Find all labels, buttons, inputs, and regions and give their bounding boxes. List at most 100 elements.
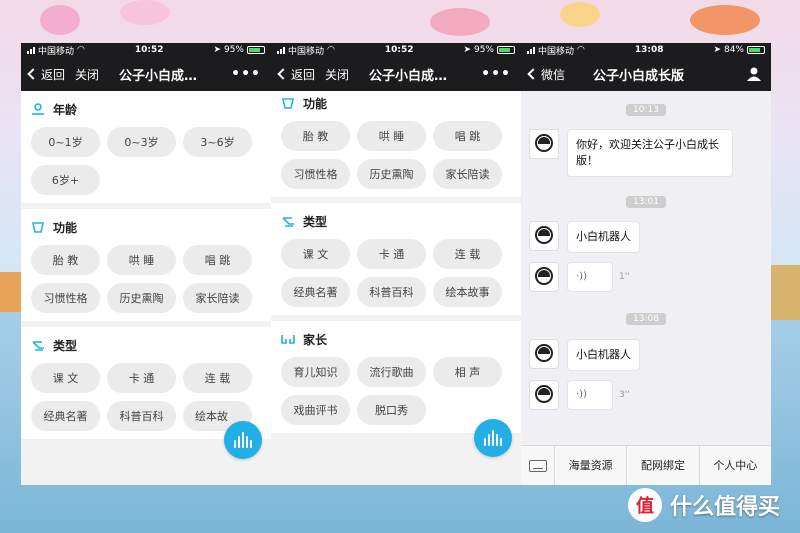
wifi-icon: ◠ xyxy=(327,45,335,55)
nav-bar: 微信 公子小白成长版 xyxy=(521,57,771,91)
carrier-label: 中国移动 xyxy=(38,46,75,57)
status-bar: 中国移动 ◠ 10:52 ➤ 95% xyxy=(21,43,271,57)
chip[interactable]: 3~6岁 xyxy=(183,127,252,157)
status-time: 10:52 xyxy=(384,45,414,55)
status-time: 10:52 xyxy=(134,45,164,55)
battery-icon xyxy=(747,46,765,54)
section-title: 类型 xyxy=(53,338,78,353)
chip[interactable]: 课 文 xyxy=(31,363,100,393)
tab-personal-center[interactable]: 个人中心 xyxy=(700,446,771,486)
chip[interactable]: 流行歌曲 xyxy=(357,357,426,387)
location-icon: ➤ xyxy=(213,45,221,55)
chip[interactable]: 习惯性格 xyxy=(281,159,350,189)
profile-icon[interactable] xyxy=(747,67,761,81)
location-icon: ➤ xyxy=(463,45,471,55)
back-button[interactable]: 微信 xyxy=(527,66,565,83)
chevron-left-icon xyxy=(277,68,289,80)
battery-percent: 84% xyxy=(723,45,744,55)
page-title: 公子小白成长版 xyxy=(593,68,685,84)
chip[interactable]: 6岁+ xyxy=(31,165,100,195)
section-title: 功能 xyxy=(303,96,328,111)
section-function: 功能 胎 教 哄 睡 唱 跳 习惯性格 历史熏陶 家长陪读 xyxy=(21,209,271,327)
watermark-text: 什么值得买 xyxy=(670,495,781,520)
chip[interactable]: 卡 通 xyxy=(357,239,426,269)
section-type: 类型 课 文 卡 通 连 载 经典名著 科普百科 绘本故事 xyxy=(271,203,521,321)
section-function: 功能 胎 教 哄 睡 唱 跳 习惯性格 历史熏陶 家长陪读 xyxy=(271,85,521,203)
tab-resources[interactable]: 海量资源 xyxy=(555,445,628,485)
parent-icon xyxy=(281,335,295,344)
chat-area: 10:13 你好，欢迎关注公子小白成长版！ 13:01 小白机器人 ·)) 1'… xyxy=(521,91,771,447)
avatar[interactable] xyxy=(529,339,559,369)
chip[interactable]: 育儿知识 xyxy=(281,357,350,387)
chip[interactable]: 历史熏陶 xyxy=(107,283,176,313)
watermark-logo: 值 xyxy=(628,488,662,522)
chip[interactable]: 家长陪读 xyxy=(183,283,252,313)
avatar[interactable] xyxy=(529,262,559,292)
voice-fab-button[interactable] xyxy=(224,421,262,459)
chip[interactable]: 哄 睡 xyxy=(107,245,176,275)
chip[interactable]: 哄 睡 xyxy=(357,121,426,151)
battery-percent: 95% xyxy=(473,45,494,55)
status-bar: 中国移动 ◠ 10:52 ➤ 95% xyxy=(271,43,521,57)
signal-icon xyxy=(27,46,35,54)
keyboard-icon xyxy=(528,459,547,472)
chip[interactable]: 唱 跳 xyxy=(433,121,502,151)
function-icon xyxy=(32,222,44,233)
chip[interactable]: 胎 教 xyxy=(281,121,350,151)
section-title: 年龄 xyxy=(53,102,78,117)
chip[interactable]: 胎 教 xyxy=(31,245,100,275)
location-icon: ➤ xyxy=(713,45,721,55)
type-icon xyxy=(32,341,44,351)
chip[interactable]: 科普百科 xyxy=(357,277,426,307)
chip[interactable]: 0~1岁 xyxy=(31,127,100,157)
chip[interactable]: 绘本故事 xyxy=(433,277,502,307)
voice-bubble[interactable]: ·)) xyxy=(567,380,613,410)
back-button[interactable]: 返回 xyxy=(27,66,65,83)
chip[interactable]: 习惯性格 xyxy=(31,283,100,313)
chip[interactable]: 经典名著 xyxy=(31,401,100,431)
carrier-label: 中国移动 xyxy=(288,46,325,57)
chip[interactable]: 相 声 xyxy=(433,357,502,387)
chip[interactable]: 唱 跳 xyxy=(183,245,252,275)
section-title: 类型 xyxy=(303,214,328,229)
chevron-left-icon xyxy=(27,68,39,80)
back-button[interactable]: 返回 xyxy=(277,66,315,83)
chip[interactable]: 科普百科 xyxy=(107,401,176,431)
voice-bubble[interactable]: ·)) xyxy=(567,262,613,292)
wifi-icon: ◠ xyxy=(577,45,585,55)
close-button[interactable]: 关闭 xyxy=(75,66,99,83)
voice-duration: 3'' xyxy=(619,390,630,400)
tab-network-binding[interactable]: 配网绑定 xyxy=(627,445,700,485)
chip[interactable]: 戏曲评书 xyxy=(281,395,350,425)
watermark: 值 什么值得买 xyxy=(628,488,780,522)
screen-filter-1: 中国移动 ◠ 10:52 ➤ 95% 返回 关闭 公子小白成… ••• 年龄 0~1… xyxy=(21,43,271,485)
page-title: 公子小白成… xyxy=(119,68,198,84)
nav-bar: 返回 关闭 公子小白成… ••• xyxy=(271,57,521,91)
chat-message: 小白机器人 xyxy=(529,339,640,371)
avatar[interactable] xyxy=(529,129,559,159)
chat-message: 小白机器人 xyxy=(529,221,640,253)
close-button[interactable]: 关闭 xyxy=(325,66,349,83)
avatar[interactable] xyxy=(529,380,559,410)
message-bubble: 小白机器人 xyxy=(567,221,640,253)
voice-message: ·)) 3'' xyxy=(529,380,630,410)
chip[interactable]: 连 载 xyxy=(433,239,502,269)
more-icon[interactable]: ••• xyxy=(481,66,511,82)
chip[interactable]: 家长陪读 xyxy=(433,159,502,189)
more-icon[interactable]: ••• xyxy=(231,66,261,82)
chip[interactable]: 历史熏陶 xyxy=(357,159,426,189)
chip[interactable]: 课 文 xyxy=(281,239,350,269)
chip[interactable]: 连 载 xyxy=(183,363,252,393)
voice-wave-icon: ·)) xyxy=(576,389,587,400)
chip[interactable]: 卡 通 xyxy=(107,363,176,393)
voice-fab-button[interactable] xyxy=(474,419,512,457)
chip[interactable]: 经典名著 xyxy=(281,277,350,307)
chip[interactable]: 0~3岁 xyxy=(107,127,176,157)
keyboard-toggle[interactable] xyxy=(521,445,555,485)
chip[interactable]: 脱口秀 xyxy=(357,395,426,425)
avatar[interactable] xyxy=(529,221,559,251)
timestamp: 13:08 xyxy=(626,313,666,325)
status-bar: 中国移动 ◠ 13:08 ➤ 84% xyxy=(521,43,771,57)
section-title: 功能 xyxy=(53,220,78,235)
voice-duration: 1'' xyxy=(619,272,630,282)
